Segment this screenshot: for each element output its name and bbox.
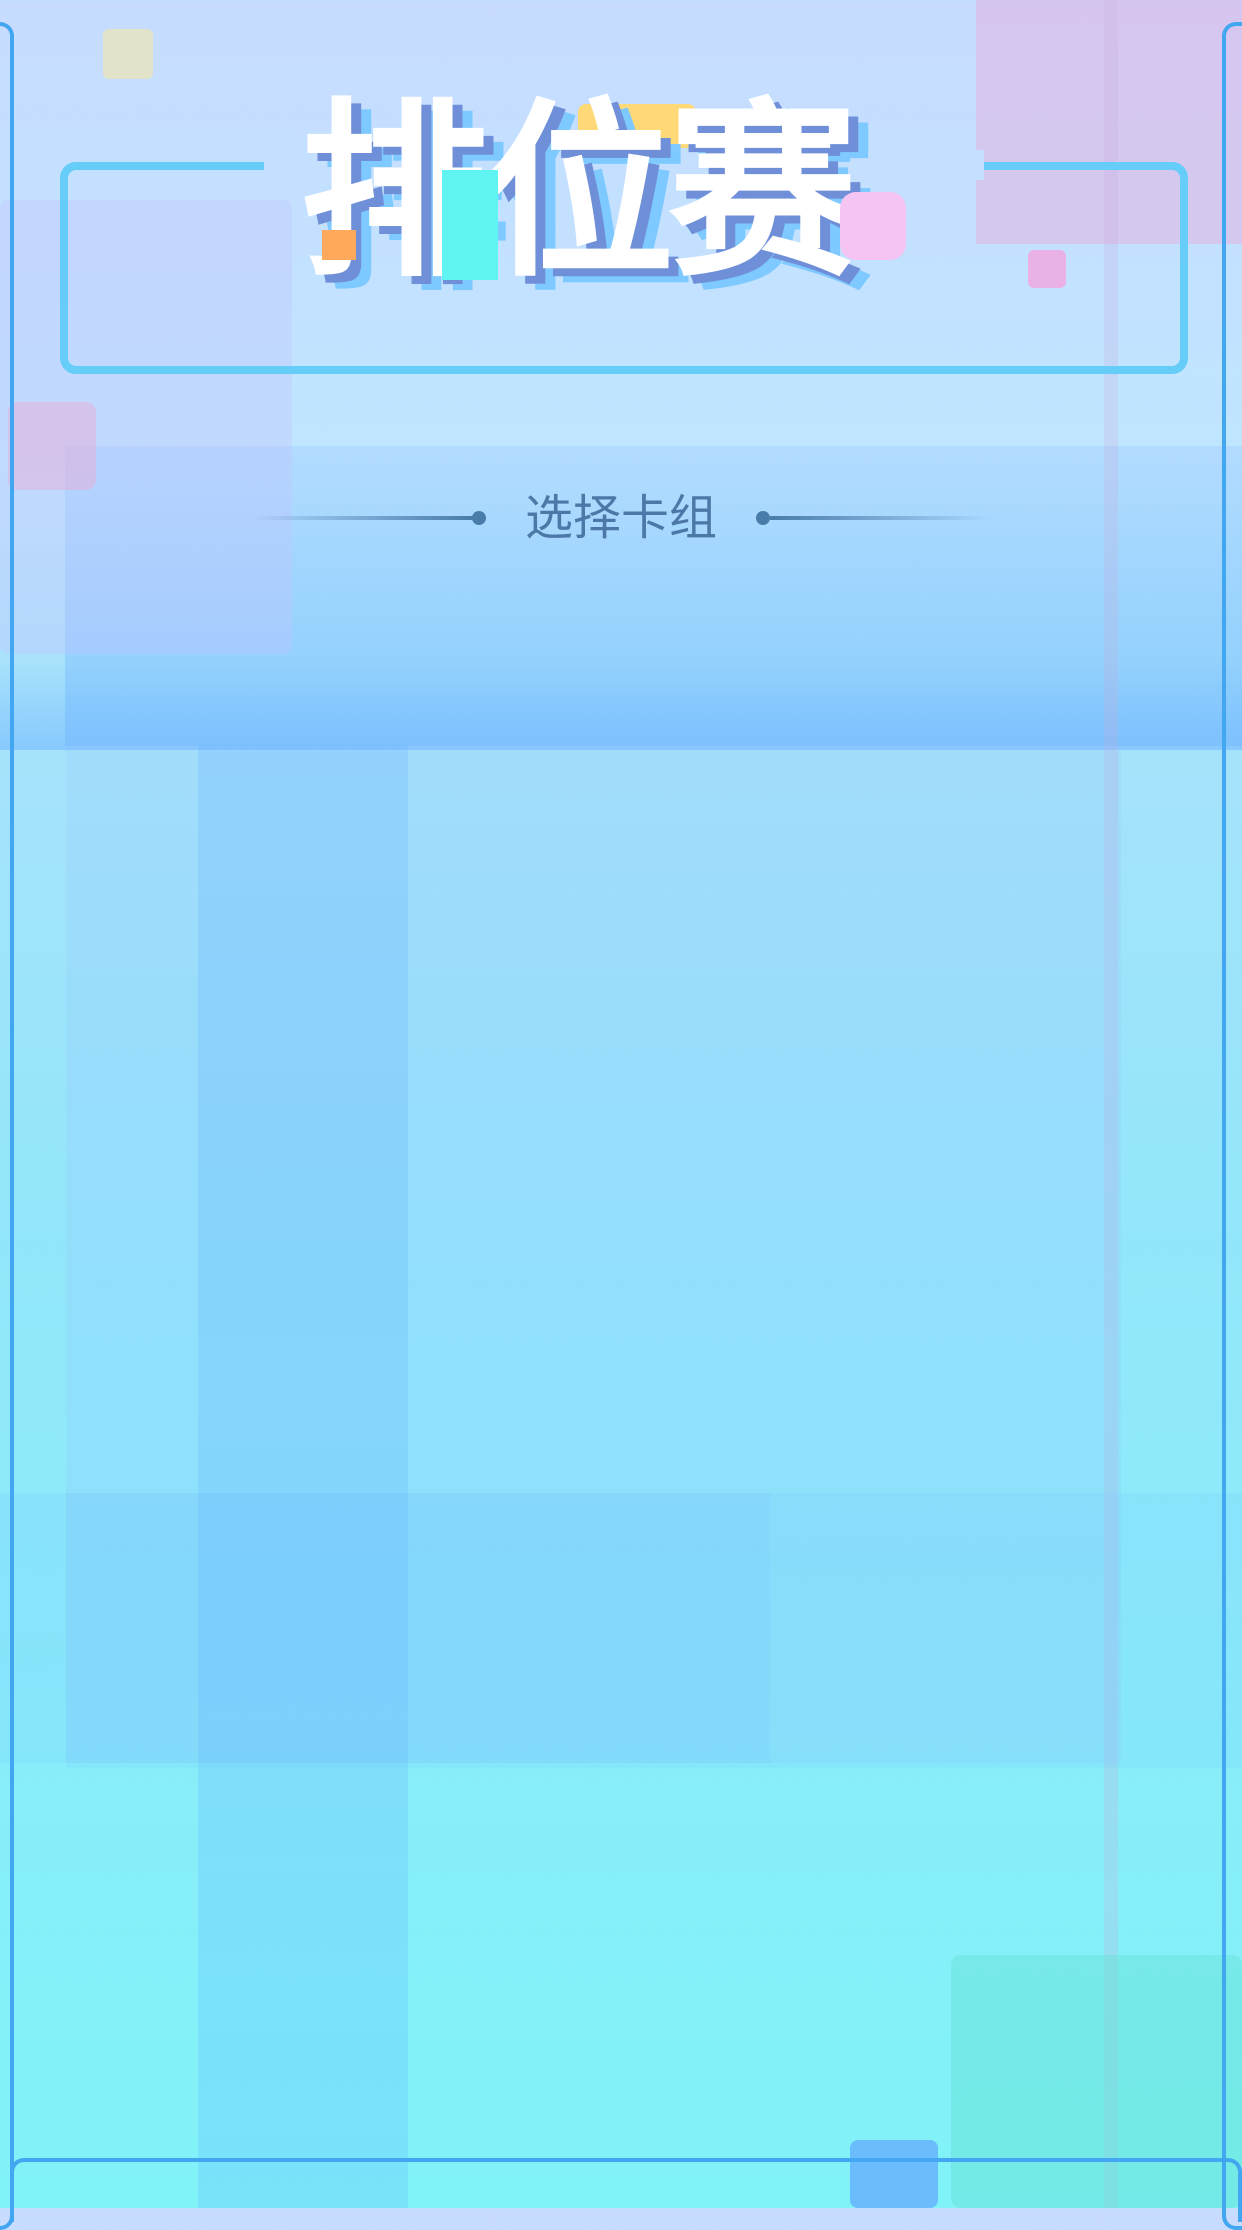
- decor-square-left: [8, 402, 96, 490]
- title-accent-orange: [322, 230, 356, 260]
- decor-column-left: [198, 745, 408, 2208]
- frame-right: [1222, 22, 1242, 2230]
- decor-square-yellow: [103, 29, 153, 79]
- title-accent-pink: [840, 192, 906, 260]
- title-text: 排位赛: [300, 82, 858, 303]
- header-shade: [0, 660, 1242, 750]
- decor-panel-lower-right: [66, 1493, 1242, 1768]
- subtitle-line-right: [770, 516, 992, 520]
- subtitle-dot-right: [756, 511, 770, 525]
- frame-left: [0, 22, 14, 2230]
- frame-bottom: [10, 2158, 1242, 2222]
- subtitle-row: 选择卡组: [250, 486, 992, 546]
- title-accent-cyan: [442, 170, 498, 280]
